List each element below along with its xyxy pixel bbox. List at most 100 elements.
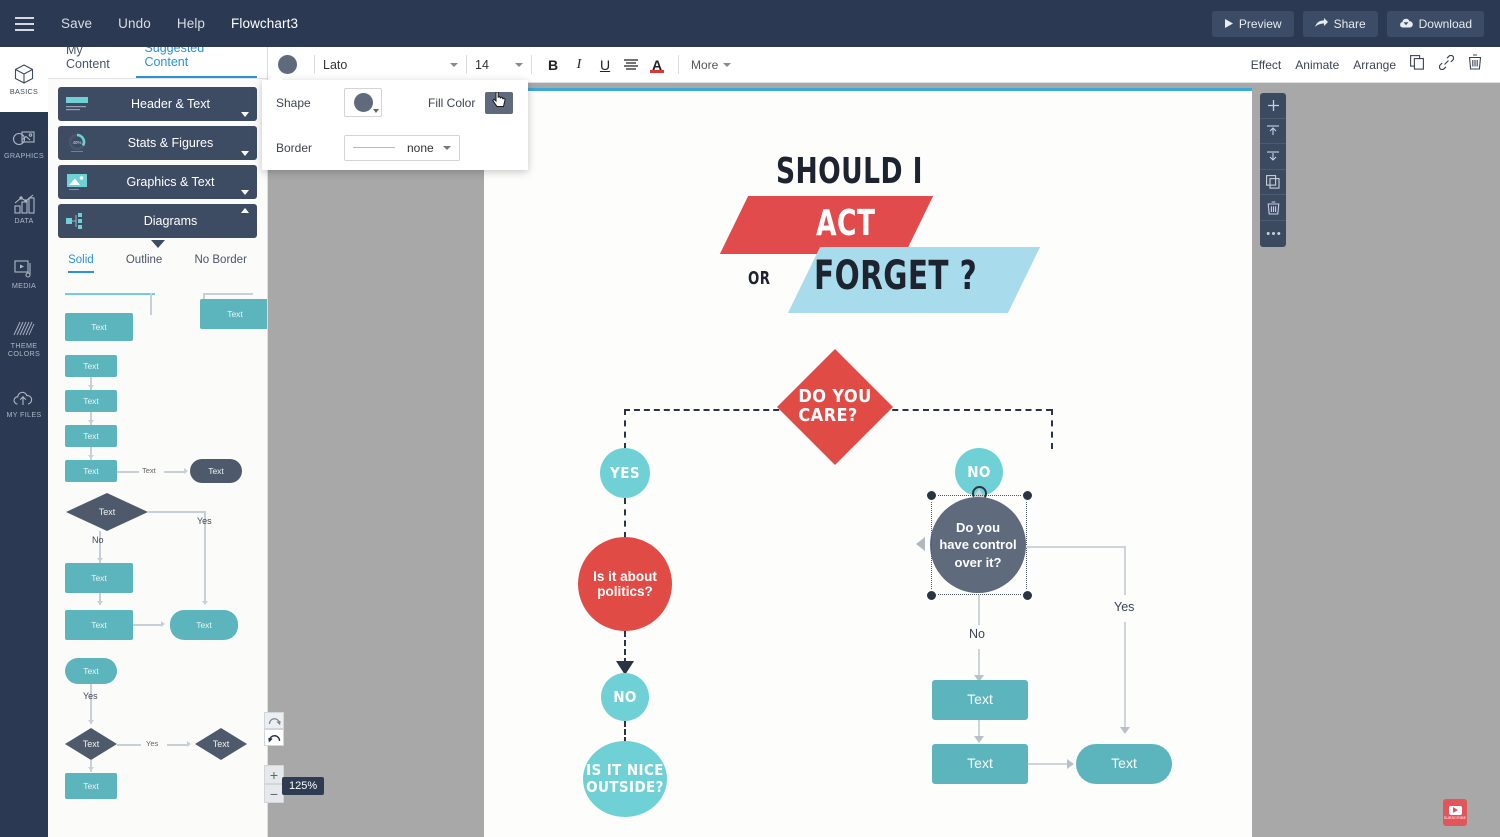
duplicate-icon[interactable] [1410,54,1425,75]
document-title[interactable]: Flowchart3 [218,0,311,47]
bar-chart-icon [13,194,36,214]
more-dots-icon[interactable] [1260,221,1286,247]
tab-my-content[interactable]: My Content [58,47,136,78]
rail-item-theme-colors[interactable]: THEME COLORS [0,307,48,372]
rail-item-data[interactable]: DATA [0,177,48,242]
left-caret-icon[interactable] [916,537,925,551]
preview-button[interactable]: Preview [1211,10,1294,37]
canvas-viewport[interactable]: SHOULD I ACT OR FORGET ? DO YOU CARE? YE… [268,83,1500,837]
cloud-download-icon [1399,18,1413,29]
dashed-connector-left-vertical [624,409,626,449]
accordion-graphics-text[interactable]: Graphics & Text [58,165,257,199]
trash-icon[interactable] [1468,54,1482,75]
arrange-button[interactable]: Arrange [1353,58,1396,72]
chevron-down-icon [723,62,732,67]
node-no-left[interactable]: NO [601,673,649,721]
menu-undo[interactable]: Undo [105,0,164,47]
decision-do-you-care-label: DO YOU CARE? [798,386,872,426]
resize-handle-bottom-left[interactable] [926,590,937,601]
node-yes-left[interactable]: YES [600,448,650,498]
connector-yes-vertical-lower [1124,622,1126,730]
node-do-you-have-control[interactable]: Do you have control over it? [930,497,1026,593]
accordion-diagrams[interactable]: Diagrams [58,204,257,238]
text-color-button[interactable]: A [644,52,670,78]
node-text-pill[interactable]: Text [1076,744,1172,784]
redo-arrow-icon[interactable] [264,712,284,729]
duplicate-icon[interactable] [1260,170,1286,196]
thumb-node: Text [65,610,133,640]
bold-button[interactable]: B [540,52,566,78]
rail-item-media[interactable]: MEDIA [0,242,48,307]
canvas-page[interactable]: SHOULD I ACT OR FORGET ? DO YOU CARE? YE… [484,88,1252,837]
share-button[interactable]: Share [1302,10,1378,37]
decision-do-you-care[interactable]: DO YOU CARE? [777,349,893,465]
tab-suggested-content[interactable]: Suggested Content [136,47,257,78]
subtab-no-border[interactable]: No Border [194,254,246,273]
share-arrow-icon [1314,18,1328,29]
rail-item-my-files[interactable]: MY FILES [0,372,48,437]
title-artwork[interactable]: SHOULD I ACT OR FORGET ? [484,141,1252,351]
more-format-button[interactable]: More [687,58,732,72]
content-panel: My Content Suggested Content Header & Te… [48,47,268,837]
add-icon[interactable] [1260,93,1286,119]
menu-help[interactable]: Help [164,0,218,47]
dashed-connector-right-horizontal [882,409,1052,411]
node-is-it-about-politics[interactable]: Is it about politics? [578,537,672,631]
subscribe-badge[interactable]: SUBSCRIBE [1443,799,1467,826]
chevron-down-icon [443,145,451,150]
undo-arrow-icon[interactable] [264,729,284,746]
effect-button[interactable]: Effect [1251,58,1281,72]
fill-color-button[interactable] [485,90,514,114]
bring-to-front-icon[interactable] [1260,119,1286,145]
thumb-node: Text [65,460,117,482]
rail-item-basics[interactable]: BASICS [0,47,48,112]
rail-label-data: DATA [14,215,34,225]
underline-button[interactable]: U [592,52,618,78]
zoom-in-button[interactable]: + [264,765,284,784]
italic-button[interactable]: I [566,52,592,78]
trash-icon[interactable] [1260,195,1286,221]
node-text-box-2[interactable]: Text [932,744,1028,784]
thumb-node: Text [190,459,242,483]
link-icon[interactable] [1438,54,1455,75]
font-family-select[interactable]: Lato [323,58,458,72]
align-button[interactable] [618,52,644,78]
menu-save[interactable]: Save [48,0,105,47]
accordion-header-text[interactable]: Header & Text [58,87,257,121]
zoom-out-button[interactable]: − [264,784,284,803]
accordion-label-stats-figures: Stats & Figures [127,136,214,150]
rail-label-my-files: MY FILES [6,409,42,419]
subtab-outline[interactable]: Outline [126,254,162,273]
thumb-node: Text [65,355,117,377]
connector-selected-yes-horizontal [1026,546,1126,548]
play-icon [1224,19,1233,28]
resize-handle-top-left[interactable] [926,490,937,501]
thumb-label-yes: Yes [146,739,159,748]
rail-item-graphics[interactable]: GRAPHICS [0,112,48,177]
rail-label-media: MEDIA [11,280,37,290]
font-size-select[interactable]: 14 [475,58,523,72]
send-to-back-icon[interactable] [1260,144,1286,170]
border-row: Border none [262,125,528,170]
resize-handle-top-right[interactable] [1022,490,1033,501]
text-color-underline [650,70,664,73]
panel-tabs: My Content Suggested Content [48,47,267,79]
download-button[interactable]: Download [1386,10,1484,37]
shape-fill-swatch-button[interactable] [278,55,297,74]
font-size-value: 14 [475,57,489,72]
align-lines-icon [624,57,638,73]
title-line-or: OR [748,268,771,289]
popup-tip [268,73,284,81]
thumb-node: Text [65,425,117,447]
hamburger-menu-icon[interactable] [0,0,48,47]
node-is-it-nice-outside[interactable]: IS IT NICE OUTSIDE? [583,741,667,817]
border-style-dropdown[interactable]: none [344,134,460,161]
node-text-box-1[interactable]: Text [932,680,1028,720]
thumb-diamond: Text [65,728,117,760]
accordion-stats-figures[interactable]: 40% Stats & Figures [58,126,257,160]
subtab-solid[interactable]: Solid [68,254,94,273]
shape-dropdown[interactable] [344,88,382,117]
chevron-down-icon [241,190,249,195]
resize-handle-bottom-right[interactable] [1022,590,1033,601]
animate-button[interactable]: Animate [1295,58,1339,72]
